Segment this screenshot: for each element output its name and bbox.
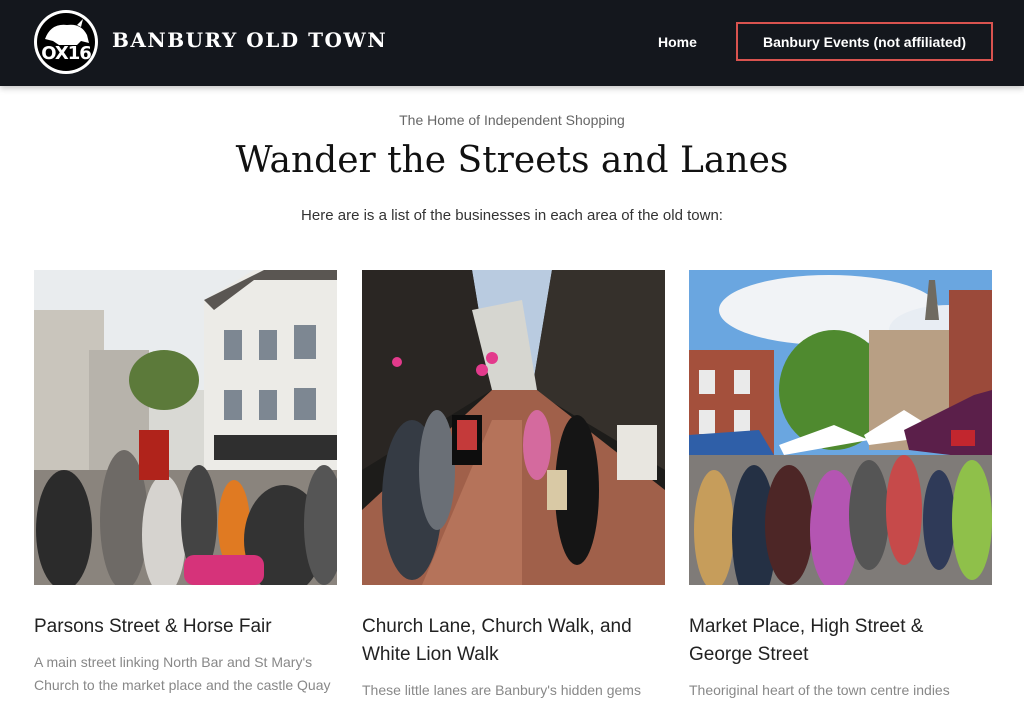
site-header: OX16 BANBURY OLD TOWN Home Banbury Event… — [0, 0, 1024, 86]
logo-badge: OX16 — [37, 13, 95, 71]
area-card-market-place: Market Place, High Street & George Stree… — [689, 270, 992, 702]
card-description: These little lanes are Banbury's hidden … — [362, 682, 641, 707]
logo-text: OX16 — [41, 43, 92, 64]
tagline: The Home of Independent Shopping — [399, 112, 625, 128]
intro-text: Here are is a list of the businesses in … — [301, 207, 723, 224]
site-logo[interactable]: OX16 — [34, 10, 98, 74]
card-title[interactable]: Parsons Street & Horse Fair — [34, 613, 337, 641]
nav-events-button[interactable]: Banbury Events (not affiliated) — [736, 22, 993, 61]
card-description: Theoriginal heart of the town centre ind… — [689, 682, 950, 698]
page-title: Wander the Streets and Lanes — [235, 140, 789, 181]
area-card-church-lane: Church Lane, Church Walk, and White Lion… — [362, 270, 665, 707]
site-title[interactable]: BANBURY OLD TOWN — [112, 28, 387, 52]
parsons-street-photo[interactable] — [34, 270, 337, 585]
area-card-parsons-street: Parsons Street & Horse Fair A main stree… — [34, 270, 337, 697]
nav-home-link[interactable]: Home — [658, 34, 697, 50]
church-lane-photo[interactable] — [362, 270, 665, 585]
market-place-photo[interactable] — [689, 270, 992, 585]
card-title[interactable]: Market Place, High Street & George Stree… — [689, 613, 992, 669]
card-title[interactable]: Church Lane, Church Walk, and White Lion… — [362, 613, 665, 669]
card-description: A main street linking North Bar and St M… — [34, 654, 331, 693]
